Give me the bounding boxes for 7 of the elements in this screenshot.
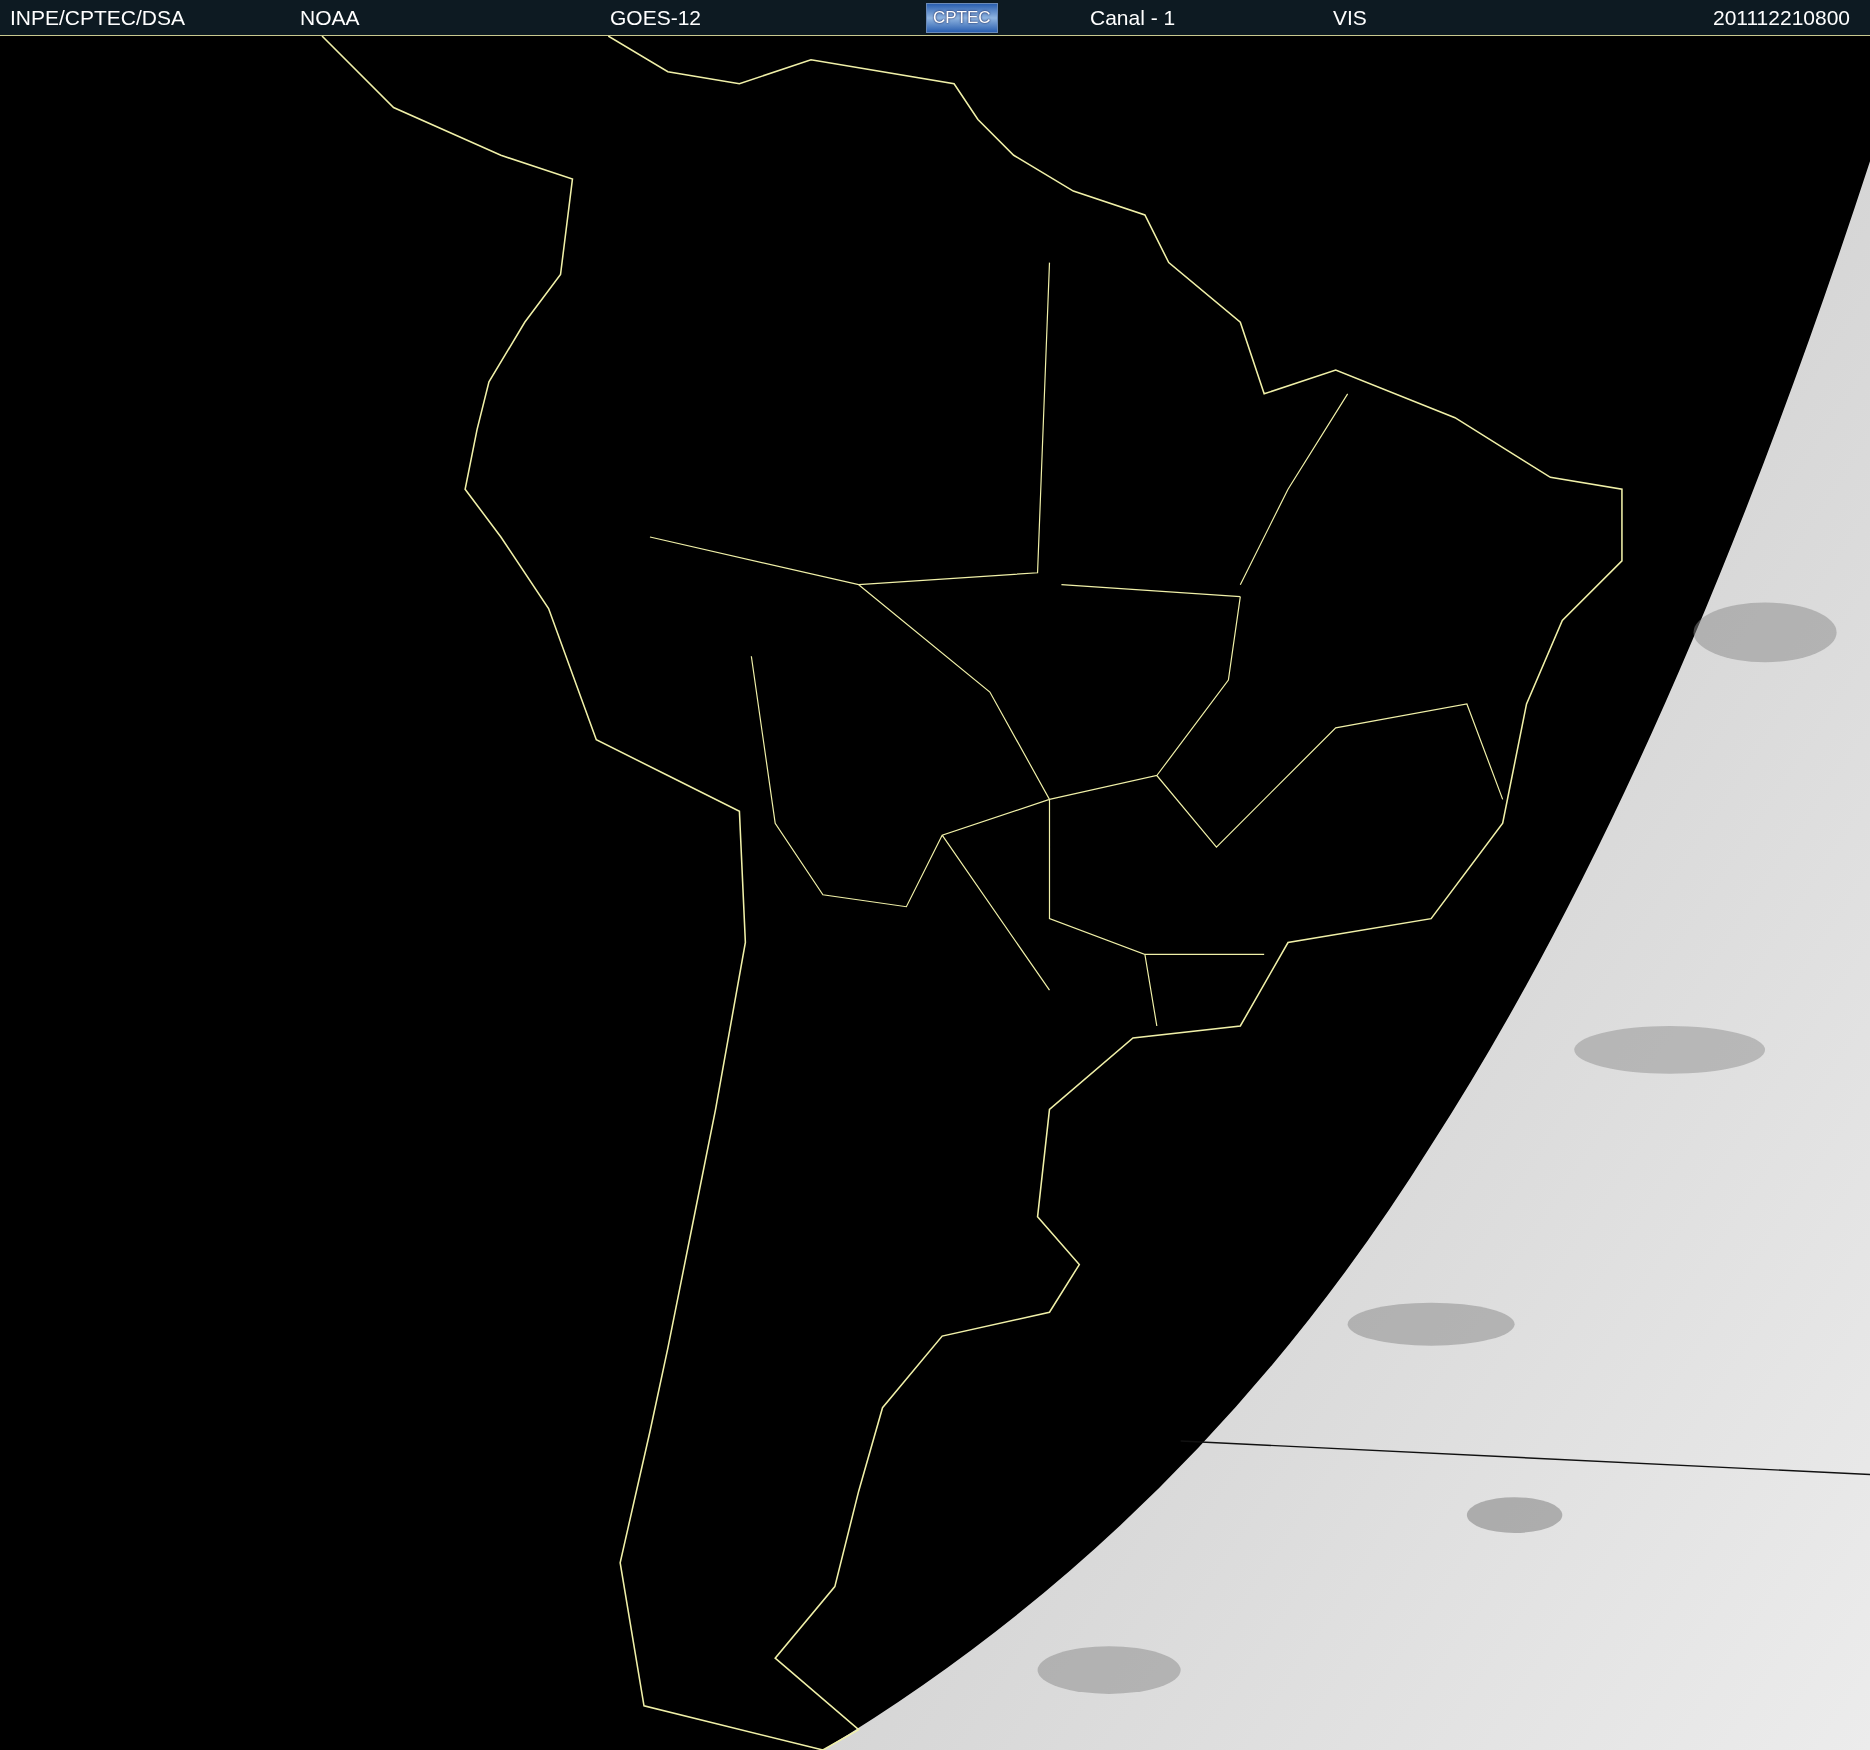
logo: CPTEC <box>926 2 998 33</box>
header-label: Canal - 1 <box>1090 5 1176 30</box>
header-label: NOAA <box>300 5 360 30</box>
header-label: INPE/CPTEC/DSA <box>10 5 186 30</box>
header-label: VIS <box>1333 5 1367 30</box>
header-label: 201112210800 <box>1713 5 1851 30</box>
header-label: GOES-12 <box>610 5 702 30</box>
